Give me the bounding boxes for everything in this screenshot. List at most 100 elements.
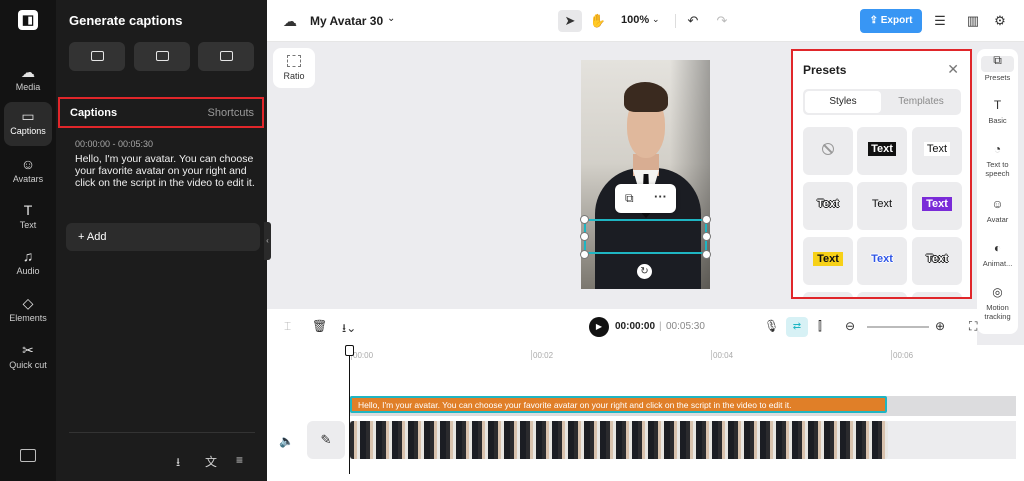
volume-icon[interactable]: 🔈: [279, 434, 294, 448]
preset-tile[interactable]: Text: [803, 237, 853, 285]
duplicate-icon[interactable]: ⧉: [625, 191, 634, 206]
video-preview[interactable]: [581, 60, 710, 289]
caption-selection-box[interactable]: [584, 219, 707, 254]
redo-icon[interactable]: ↷: [710, 10, 734, 32]
resize-handle[interactable]: [580, 232, 589, 241]
pointer-tool-icon[interactable]: ➤: [558, 10, 582, 32]
preset-tile[interactable]: Text: [857, 182, 907, 230]
layout-icon[interactable]: ▥: [961, 10, 985, 32]
zoom-level[interactable]: 100%: [621, 14, 649, 26]
preset-tile[interactable]: Text: [912, 182, 962, 230]
microphone-icon[interactable]: 🎙: [764, 319, 779, 333]
preset-tile[interactable]: Text: [857, 237, 907, 285]
preset-tile[interactable]: Text: [857, 127, 907, 175]
music-icon: ♫: [22, 248, 34, 264]
right-sidebar: ⧉ Presets T Basic ◔ Text to speech ☺ Ava…: [977, 49, 1018, 334]
split-screen-icon[interactable]: ⫿: [818, 319, 822, 334]
rail-item-elements[interactable]: ◇ Elements: [4, 289, 52, 333]
zoom-out-icon[interactable]: ⊖: [845, 319, 855, 333]
more-icon[interactable]: ···: [654, 189, 667, 204]
elements-icon: ◇: [22, 295, 34, 311]
playhead-handle[interactable]: [345, 345, 354, 356]
play-button[interactable]: ▶: [589, 317, 609, 337]
rail-item-captions[interactable]: ▭ Captions: [4, 102, 52, 146]
resize-handle[interactable]: [580, 215, 589, 224]
auto-sync-icon[interactable]: ⇄: [786, 317, 808, 337]
rside-text-to-speech[interactable]: ◔ Text to speech: [977, 143, 1018, 178]
layers-icon[interactable]: ☰: [928, 10, 952, 32]
rside-avatar[interactable]: ☺ Avatar: [977, 198, 1018, 224]
edit-icon[interactable]: ✎: [307, 421, 345, 459]
rail-item-audio[interactable]: ♫ Audio: [4, 242, 52, 286]
rside-motion-tracking[interactable]: ◎ Motion tracking: [977, 286, 1018, 321]
ratio-button[interactable]: Ratio: [273, 48, 315, 88]
settings-icon[interactable]: ⚙: [988, 10, 1012, 32]
export-button[interactable]: ⇪ Export: [860, 9, 922, 33]
rail-item-text[interactable]: T Text: [4, 196, 52, 240]
tab-styles[interactable]: Styles: [805, 91, 881, 113]
tab-captions[interactable]: Captions: [70, 107, 117, 119]
top-bar: ☁ My Avatar 30 ⌄ ➤ ✋ 100% ⌄ ↶ ↷ ⇪ Export…: [267, 0, 1024, 42]
add-caption-button[interactable]: + Add: [66, 223, 260, 251]
rail-item-avatars[interactable]: ☺ Avatars: [4, 150, 52, 194]
divider: [69, 432, 255, 433]
zoom-in-icon[interactable]: ⊕: [935, 319, 945, 333]
download-icon[interactable]: ⭳: [176, 453, 180, 474]
tab-shortcuts[interactable]: Shortcuts: [208, 107, 254, 119]
preset-tile[interactable]: [857, 292, 907, 297]
resize-handle[interactable]: [702, 232, 711, 241]
caption-clip[interactable]: Hello, I'm your avatar. You can choose y…: [350, 396, 887, 413]
total-duration: 00:05:30: [666, 321, 705, 332]
presets-tabs: Styles Templates: [803, 89, 961, 115]
rail-item-label: Audio: [16, 266, 40, 276]
caption-detect-button[interactable]: [198, 42, 254, 71]
caption-style-button[interactable]: [69, 42, 125, 71]
resize-handle[interactable]: [580, 250, 589, 259]
download-icon[interactable]: ⭳⌄: [342, 319, 356, 340]
split-icon[interactable]: ⌶: [284, 319, 291, 334]
fit-icon[interactable]: ⛶: [969, 319, 977, 334]
tab-templates[interactable]: Templates: [883, 91, 959, 113]
collapse-panel-handle[interactable]: ‹: [264, 222, 271, 260]
resize-handle[interactable]: [702, 215, 711, 224]
captions-panel: Generate captions Captions Shortcuts 00:…: [56, 0, 267, 481]
rside-presets[interactable]: ⧉ Presets: [977, 54, 1018, 82]
ruler-tick: 00:06: [893, 351, 914, 360]
rside-basic[interactable]: T Basic: [977, 99, 1018, 125]
keyboard-icon[interactable]: [20, 449, 36, 462]
preset-none[interactable]: [803, 127, 853, 175]
translate-icon[interactable]: 文: [205, 453, 217, 470]
preset-tile[interactable]: [912, 292, 962, 297]
caption-format-button[interactable]: [134, 42, 190, 71]
animate-icon: ◐: [993, 241, 1002, 255]
resize-handle[interactable]: [702, 250, 711, 259]
rside-animate[interactable]: ◐ Animat...: [977, 241, 1018, 268]
caption-text[interactable]: Hello, I'm your avatar. You can choose y…: [75, 153, 255, 189]
rail-item-label: Media: [15, 82, 41, 92]
chevron-down-icon[interactable]: ⌄: [652, 14, 660, 25]
ruler-tick: 00:02: [533, 351, 554, 360]
playhead[interactable]: [349, 347, 350, 474]
rail-item-label: Elements: [9, 313, 47, 323]
text-icon: T: [23, 202, 33, 218]
left-rail: ◧ ☁ Media ▭ Captions ☺ Avatars T Text ♫ …: [0, 0, 56, 481]
rotate-icon[interactable]: ↻: [637, 264, 652, 279]
delete-icon[interactable]: 🗑: [312, 319, 327, 333]
hand-tool-icon[interactable]: ✋: [586, 10, 610, 32]
zoom-slider[interactable]: [867, 326, 929, 328]
project-title[interactable]: My Avatar 30: [310, 14, 383, 28]
undo-icon[interactable]: ↶: [681, 10, 705, 32]
preset-tile[interactable]: Text: [912, 237, 962, 285]
cloud-upload-icon: ☁: [21, 64, 35, 80]
chevron-down-icon[interactable]: ⌄: [387, 13, 395, 24]
rail-item-label: Text: [19, 220, 37, 230]
close-icon[interactable]: ✕: [947, 61, 959, 78]
preset-tile[interactable]: Text: [912, 127, 962, 175]
preset-tile[interactable]: [803, 292, 853, 297]
preset-tile[interactable]: Text: [803, 182, 853, 230]
rail-item-quick-cut[interactable]: ✂ Quick cut: [4, 336, 52, 384]
app-logo-icon[interactable]: ◧: [18, 10, 38, 30]
video-clip[interactable]: [350, 421, 888, 459]
search-replace-icon[interactable]: ≡: [236, 453, 243, 467]
rail-item-media[interactable]: ☁ Media: [4, 58, 52, 102]
